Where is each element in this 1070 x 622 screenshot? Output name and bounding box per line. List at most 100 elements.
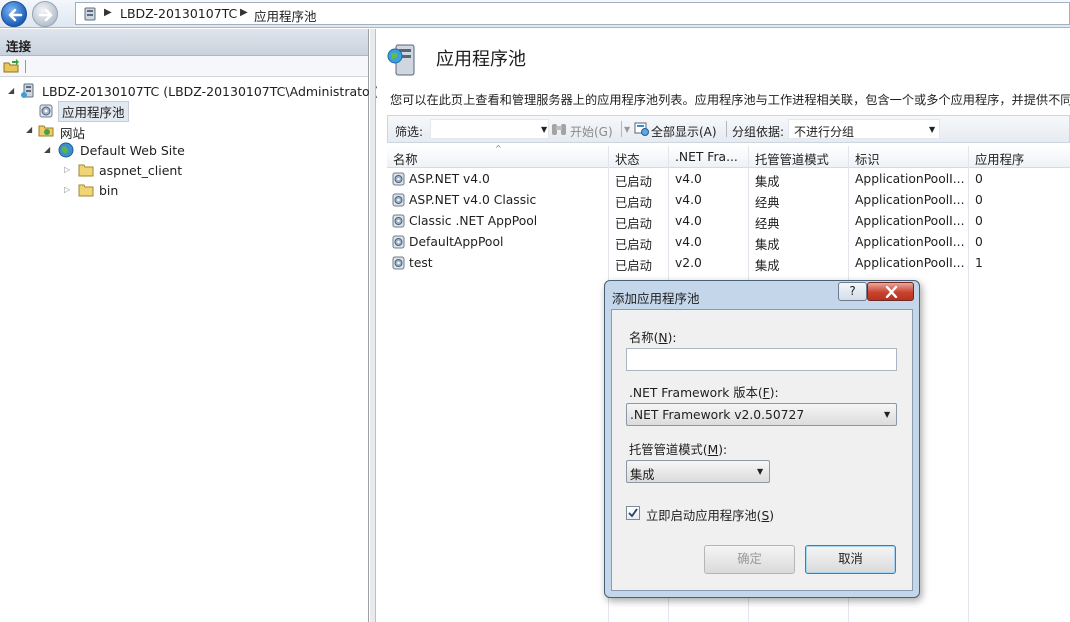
column-header-applications[interactable]: 应用程序: [975, 150, 1024, 168]
cell-net: v4.0: [675, 235, 702, 249]
dropdown-arrow-icon[interactable]: ▼: [757, 467, 763, 476]
app-pool-icon: [392, 235, 405, 249]
cell-mode: 集成: [755, 175, 780, 189]
column-header-pipeline-mode[interactable]: 托管管道模式: [755, 150, 829, 168]
cell-net: v2.0: [675, 256, 702, 270]
table-row[interactable]: ASP.NET v4.0 已启动 v4.0 集成 ApplicationPoolI...…: [387, 169, 1070, 190]
expand-icon[interactable]: ▷: [64, 185, 70, 194]
collapse-icon[interactable]: ◢: [44, 145, 50, 154]
framework-field-label: .NET Framework 版本(F):: [629, 386, 779, 400]
app-pool-icon: [392, 172, 405, 186]
column-header-name[interactable]: 名称: [393, 150, 418, 168]
dialog-title: 添加应用程序池: [612, 291, 700, 306]
tree-label-folder: bin: [99, 183, 119, 198]
expand-icon[interactable]: ▷: [64, 165, 70, 174]
table-row[interactable]: Classic .NET AppPool 已启动 v4.0 经典 Application…: [387, 211, 1070, 232]
cell-net: v4.0: [675, 193, 702, 207]
column-header-net-framework[interactable]: .NET Fra...: [675, 150, 738, 164]
column-header-status[interactable]: 状态: [615, 150, 640, 168]
cell-mode: 经典: [755, 196, 780, 210]
column-header-identity[interactable]: 标识: [855, 150, 880, 168]
page-title: 应用程序池: [436, 49, 526, 70]
cell-identity: ApplicationPoolI...: [855, 193, 965, 207]
globe-icon: [58, 142, 74, 158]
group-by-value: 不进行分组: [794, 125, 855, 139]
pipeline-field-label: 托管管道模式(M):: [629, 443, 728, 457]
page-description: 您可以在此页上查看和管理服务器上的应用程序池列表。应用程序池与工作进程相关联，包…: [390, 93, 1070, 107]
cell-name: test: [409, 256, 433, 270]
dropdown-arrow-icon[interactable]: ▼: [541, 125, 547, 134]
pipeline-mode-value: 集成: [630, 468, 655, 482]
close-button[interactable]: [867, 282, 914, 301]
show-all-label: 全部显示(A): [651, 125, 717, 139]
ok-button[interactable]: 确定: [704, 545, 795, 574]
app-pool-icon: [39, 104, 53, 118]
server-icon: [21, 83, 34, 98]
cell-net: v4.0: [675, 172, 702, 186]
breadcrumb[interactable]: ▶ LBDZ-20130107TC ▶ 应用程序池: [75, 2, 1070, 25]
cell-identity: ApplicationPoolI...: [855, 214, 965, 228]
dropdown-arrow-icon[interactable]: ▼: [624, 125, 630, 134]
cell-name: ASP.NET v4.0 Classic: [409, 193, 537, 207]
show-all-button[interactable]: 全部显示(A): [634, 121, 717, 140]
cell-status: 已启动: [615, 175, 652, 189]
dropdown-arrow-icon[interactable]: ▼: [929, 125, 935, 134]
cancel-button[interactable]: 取消: [805, 545, 896, 574]
help-button[interactable]: ?: [838, 282, 867, 301]
filter-input[interactable]: ▼: [430, 119, 549, 139]
folder-icon: [78, 184, 94, 197]
name-field-label: 名称(N):: [629, 331, 677, 345]
table-row[interactable]: test 已启动 v2.0 集成 ApplicationPoolI... 1: [387, 253, 1070, 274]
autostart-label[interactable]: 立即启动应用程序池(S): [646, 506, 774, 524]
cell-apps: 0: [975, 172, 983, 186]
cell-status: 已启动: [615, 259, 652, 273]
checkmark-icon: [628, 508, 638, 518]
cell-identity: ApplicationPoolI...: [855, 235, 965, 249]
cell-apps: 1: [975, 256, 983, 270]
cell-name: Classic .NET AppPool: [409, 214, 538, 228]
toolbar-separator: [621, 121, 622, 137]
breadcrumb-app-pools[interactable]: 应用程序池: [254, 6, 317, 25]
cell-identity: ApplicationPoolI...: [855, 256, 965, 270]
app-pool-icon: [392, 214, 405, 228]
close-icon: [885, 286, 898, 298]
server-icon: [84, 7, 96, 21]
connections-pane: 连接 ◢ LBDZ-20130107TC (LBDZ-20130107TC\Ad…: [0, 29, 380, 622]
breadcrumb-server[interactable]: LBDZ-20130107TC: [120, 6, 237, 21]
cell-mode: 集成: [755, 259, 780, 273]
chevron-right-icon: ▶: [104, 7, 112, 18]
go-button[interactable]: 开始(G): [551, 121, 613, 140]
cell-net: v4.0: [675, 214, 702, 228]
pane-splitter[interactable]: [370, 29, 376, 622]
tree-label-app-pools: 应用程序池: [58, 101, 129, 122]
dropdown-arrow-icon[interactable]: ▼: [884, 410, 890, 419]
filter-label: 筛选:: [395, 125, 424, 139]
tree-label-default-site: Default Web Site: [80, 143, 185, 158]
binoculars-icon: [552, 124, 566, 135]
forward-button[interactable]: [32, 1, 58, 27]
framework-select[interactable]: .NET Framework v2.0.50727 ▼: [626, 403, 897, 426]
collapse-icon[interactable]: ◢: [8, 86, 14, 95]
name-input[interactable]: [626, 348, 897, 371]
address-bar: ▶ LBDZ-20130107TC ▶ 应用程序池: [0, 0, 1070, 28]
connections-toolbar: [0, 56, 368, 77]
go-label: 开始(G): [570, 125, 613, 139]
back-button[interactable]: [1, 1, 27, 27]
pipeline-mode-select[interactable]: 集成 ▼: [626, 460, 770, 483]
filter-toolbar: 筛选: ▼ 开始(G) ▼ 全部显示(A) 分组依据: 不进行分组 ▼: [387, 115, 1070, 143]
sites-folder-icon: [38, 125, 54, 137]
folder-icon: [78, 164, 94, 177]
cell-name: DefaultAppPool: [409, 235, 504, 249]
autostart-checkbox[interactable]: [626, 506, 640, 520]
collapse-icon[interactable]: ◢: [26, 125, 32, 134]
tree-label-folder: aspnet_client: [99, 163, 183, 178]
connect-icon[interactable]: [3, 58, 19, 74]
dialog-body: 名称(N): .NET Framework 版本(F): .NET Framew…: [611, 309, 913, 591]
group-by-select[interactable]: 不进行分组 ▼: [788, 119, 940, 139]
tree-label-server: LBDZ-20130107TC (LBDZ-20130107TC\Adminis…: [42, 84, 380, 99]
table-row[interactable]: ASP.NET v4.0 Classic 已启动 v4.0 经典 Application…: [387, 190, 1070, 211]
show-all-icon: [634, 122, 649, 136]
table-row[interactable]: DefaultAppPool 已启动 v4.0 集成 ApplicationPoolI.…: [387, 232, 1070, 253]
cell-mode: 集成: [755, 238, 780, 252]
chevron-right-icon: ▶: [240, 7, 248, 18]
